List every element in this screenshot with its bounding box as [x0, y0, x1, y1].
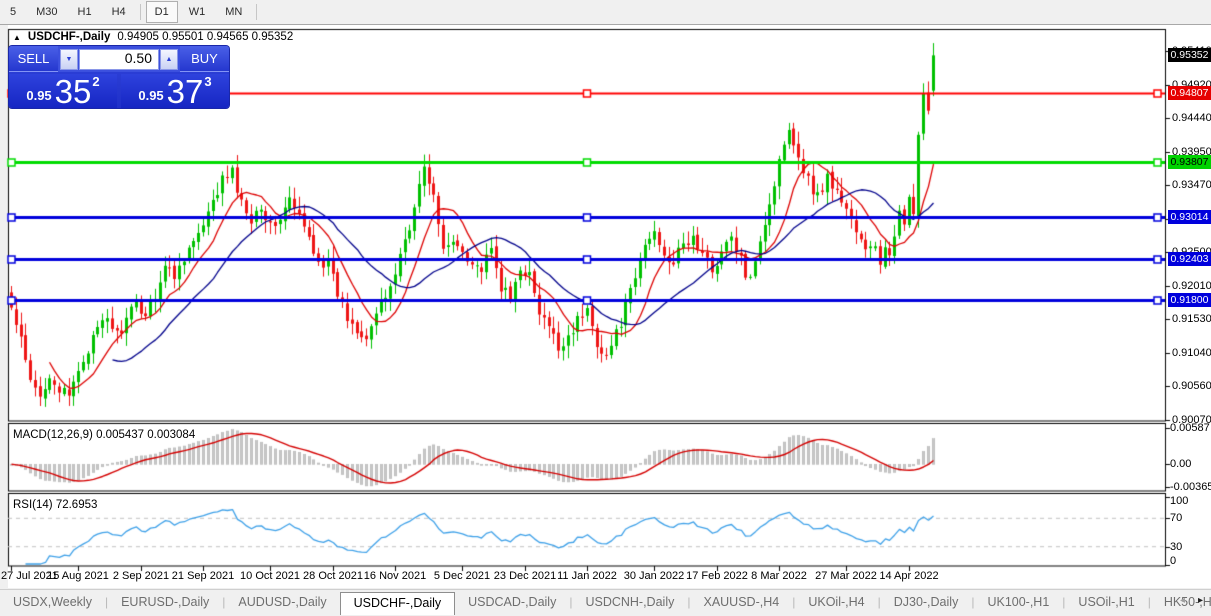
tabs-scroll-right-icon[interactable]: ▸: [1198, 595, 1203, 606]
price-tick-label: 0.91040: [1172, 347, 1211, 359]
rsi-tick-label: 70: [1170, 512, 1182, 524]
chart-window: ▲ USDCHF-,Daily 0.94905 0.95501 0.94565 …: [0, 25, 1211, 588]
timeframe-button-mn[interactable]: MN: [216, 1, 251, 23]
chart-tab-audusd[interactable]: AUDUSD-,Daily: [225, 592, 339, 612]
chart-tab-ukoil[interactable]: UKOil-,H4: [795, 592, 877, 612]
chart-tab-xauusd[interactable]: XAUUSD-,H4: [690, 592, 792, 612]
toolbar-separator: [140, 4, 141, 20]
one-click-trading-panel: SELL ▼ 0.50 ▲ BUY 0.95 35 2 0.95 37 3: [9, 46, 229, 108]
chart-tab-eurusd[interactable]: EURUSD-,Daily: [108, 592, 222, 612]
lot-decrease-button[interactable]: ▼: [60, 49, 78, 70]
price-tick-label: 0.91530: [1172, 313, 1211, 325]
date-tick-label: 17 Feb 2022: [686, 570, 748, 582]
timeframe-button-h1[interactable]: H1: [69, 1, 101, 23]
toolbar-separator: [256, 4, 257, 20]
macd-indicator-label: MACD(12,26,9) 0.005437 0.003084: [13, 429, 195, 441]
chart-tab-usdx[interactable]: USDX,Weekly: [0, 592, 105, 612]
chart-tab-dj30[interactable]: DJ30-,Daily: [881, 592, 972, 612]
macd-tick-label: 0.00: [1170, 458, 1191, 470]
date-tick-label: 15 Aug 2021: [47, 570, 109, 582]
timeframe-button-w1[interactable]: W1: [180, 1, 215, 23]
buy-price-prefix: 0.95: [138, 88, 163, 103]
price-line-label: 0.95352: [1168, 48, 1211, 62]
price-line-label: 0.94807: [1168, 86, 1211, 100]
macd-tick-label: 0.00587: [1170, 422, 1210, 434]
price-tick-label: 0.93470: [1172, 179, 1211, 191]
sell-price-point: 2: [92, 74, 99, 89]
chart-tab-usdcad[interactable]: USDCAD-,Daily: [455, 592, 569, 612]
price-line-label: 0.93014: [1168, 210, 1211, 224]
date-tick-label: 8 Mar 2022: [751, 570, 807, 582]
rsi-tick-label: 30: [1170, 541, 1182, 553]
timeframe-toolbar: 5M30H1H4 D1W1MN: [0, 0, 1211, 25]
chart-ohlc-values: 0.94905 0.95501 0.94565 0.95352: [117, 31, 293, 43]
date-tick-label: 14 Apr 2022: [879, 570, 938, 582]
chart-header: ▲ USDCHF-,Daily 0.94905 0.95501 0.94565 …: [13, 31, 293, 43]
sell-button[interactable]: SELL: [9, 46, 58, 72]
price-line-label: 0.92403: [1168, 252, 1211, 266]
timeframe-button-h4[interactable]: H4: [103, 1, 135, 23]
price-tick-label: 0.94440: [1172, 112, 1211, 124]
macd-tick-label: -0.003659: [1170, 481, 1211, 493]
date-tick-label: 27 Mar 2022: [815, 570, 877, 582]
date-tick-label: 23 Dec 2021: [494, 570, 556, 582]
chart-symbol-title: USDCHF-,Daily: [28, 31, 110, 43]
date-tick-label: 30 Jan 2022: [624, 570, 685, 582]
chart-tabs-bar: USDX,Weekly|EURUSD-,Daily|AUDUSD-,DailyU…: [0, 589, 1211, 616]
chart-tab-usdchf[interactable]: USDCHF-,Daily: [340, 592, 456, 615]
price-line-label: 0.91800: [1168, 293, 1211, 307]
date-tick-label: 28 Oct 2021: [303, 570, 363, 582]
timeframe-button-d1[interactable]: D1: [146, 1, 178, 23]
chart-tab-usdcnh[interactable]: USDCNH-,Daily: [572, 592, 687, 612]
sell-price-pips: 35: [55, 77, 92, 107]
price-chart-canvas[interactable]: [0, 25, 1211, 588]
mt4-terminal: 5M30H1H4 D1W1MN ▲ USDCHF-,Daily 0.94905 0…: [0, 0, 1211, 616]
sell-price-prefix: 0.95: [26, 88, 51, 103]
price-tick-label: 0.90560: [1172, 380, 1211, 392]
price-tick-label: 0.92010: [1172, 280, 1211, 292]
collapse-panel-icon[interactable]: ▲: [13, 33, 21, 42]
chart-tab-usoil[interactable]: USOil-,H1: [1065, 592, 1147, 612]
date-tick-label: 2 Sep 2021: [113, 570, 169, 582]
buy-price-pips: 37: [167, 77, 204, 107]
rsi-tick-label: 0: [1170, 555, 1176, 567]
sell-price-box[interactable]: 0.95 35 2: [9, 74, 117, 108]
date-tick-label: 5 Dec 2021: [434, 570, 490, 582]
date-tick-label: 10 Oct 2021: [240, 570, 300, 582]
trade-panel-top-row: SELL ▼ 0.50 ▲ BUY: [9, 46, 229, 72]
buy-price-point: 3: [204, 74, 211, 89]
date-tick-label: 11 Jan 2022: [557, 570, 617, 582]
lot-spinner: ▼ 0.50 ▲: [58, 46, 180, 72]
chart-tab-uk100[interactable]: UK100-,H1: [974, 592, 1062, 612]
date-tick-label: 21 Sep 2021: [172, 570, 234, 582]
buy-button[interactable]: BUY: [180, 46, 229, 72]
rsi-tick-label: 100: [1170, 495, 1188, 507]
price-line-label: 0.93807: [1168, 155, 1211, 169]
timeframe-button-5[interactable]: 5: [1, 1, 25, 23]
timeframe-button-m30[interactable]: M30: [27, 1, 66, 23]
buy-price-box[interactable]: 0.95 37 3: [121, 74, 229, 108]
lot-increase-button[interactable]: ▲: [160, 49, 178, 70]
lot-size-input[interactable]: 0.50: [79, 49, 159, 70]
rsi-indicator-label: RSI(14) 72.6953: [13, 499, 97, 511]
trade-panel-prices: 0.95 35 2 0.95 37 3: [9, 73, 229, 108]
date-tick-label: 16 Nov 2021: [364, 570, 426, 582]
tabs-scroll-left-icon[interactable]: ◂: [1180, 595, 1185, 606]
